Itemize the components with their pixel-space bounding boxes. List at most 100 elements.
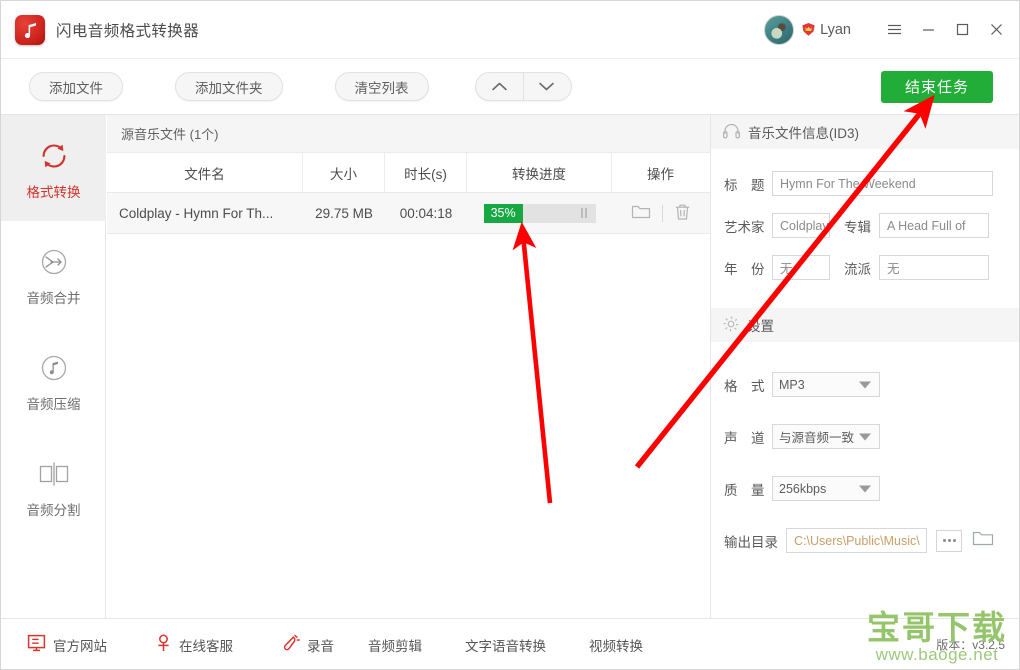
settings-section-header: 设置 [711, 308, 1019, 342]
end-task-button[interactable]: 结束任务 [880, 70, 993, 103]
cell-duration: 00:04:18 [399, 205, 453, 221]
id3-album-label: 专辑 [844, 219, 871, 235]
bottom-item-video-convert[interactable]: 视频转换 [589, 635, 643, 655]
sidebar-item-audio-merge[interactable]: 音频合并 [1, 221, 106, 327]
gear-icon [722, 315, 740, 336]
split-boxes-icon [36, 453, 72, 495]
quality-label: 质 量 [724, 482, 765, 498]
clear-list-button[interactable]: 清空列表 [334, 72, 429, 101]
pause-icon[interactable] [580, 208, 587, 218]
file-list-pane: 源音乐文件 (1个) 文件名 大小 时长(s) 转换进度 操作 Coldplay… [107, 115, 710, 618]
id3-year-row: 年 份 无 流派 无 [711, 255, 1019, 280]
id3-section-title: 音乐文件信息(ID3) [748, 126, 859, 141]
right-pane: 音乐文件信息(ID3) 标 题 Hymn For The Weekend 艺术家… [710, 115, 1019, 618]
column-header-actions: 操作 [647, 166, 674, 182]
file-list-header: 源音乐文件 (1个) [107, 115, 710, 153]
quality-row: 质 量 256kbps [711, 476, 1019, 501]
cell-filename: Coldplay - Hymn For Th... [119, 205, 274, 221]
channel-row: 声 道 与源音频一致 [711, 424, 1019, 449]
headset-person-icon [155, 634, 172, 655]
format-row: 格 式 MP3 [711, 372, 1019, 397]
table-row[interactable]: Coldplay - Hymn For Th... 29.75 MB 00:04… [107, 193, 710, 234]
id3-genre-field[interactable]: 无 [879, 255, 989, 280]
app-logo-icon [15, 14, 45, 45]
minimize-icon[interactable] [911, 13, 945, 47]
close-icon[interactable] [979, 13, 1013, 47]
username-label: Lyan [820, 21, 851, 38]
bottom-item-audio-edit[interactable]: 音频剪辑 [368, 635, 422, 655]
bottom-item-label: 录音 [307, 638, 334, 654]
avatar[interactable] [764, 14, 795, 45]
id3-title-row: 标 题 Hymn For The Weekend [711, 171, 1019, 196]
chevron-down-icon [859, 485, 871, 492]
bottom-bar: 官方网站 在线客服 录音 音频剪辑 文字语音转换 视频转换 版本：v3.2.5 [1, 618, 1019, 669]
quality-select[interactable]: 256kbps [772, 476, 880, 501]
table-header-row: 文件名 大小 时长(s) 转换进度 操作 [107, 153, 710, 193]
column-header-duration: 时长(s) [385, 153, 467, 192]
id3-album-field[interactable]: A Head Full of [879, 213, 989, 238]
folder-icon[interactable] [972, 529, 994, 552]
output-dir-label: 输出目录 [724, 534, 778, 550]
output-dir-field[interactable]: C:\Users\Public\Music\ [786, 528, 927, 553]
id3-section-header: 音乐文件信息(ID3) [711, 115, 1019, 149]
row-action-icons [612, 203, 709, 224]
id3-title-field[interactable]: Hymn For The Weekend [772, 171, 993, 196]
id3-year-field[interactable]: 无 [772, 255, 830, 280]
title-bar: 闪电音频格式转换器 Lyan [1, 1, 1019, 59]
music-note-circle-icon [37, 347, 71, 389]
progress-bar: 35% [483, 203, 596, 223]
main-toolbar: 添加文件 添加文件夹 清空列表 结束任务 [1, 59, 1019, 115]
output-dir-row: 输出目录 C:\Users\Public\Music\ [711, 528, 1019, 553]
add-file-button[interactable]: 添加文件 [29, 72, 123, 101]
settings-section-title: 设置 [747, 319, 774, 334]
cell-actions [612, 193, 709, 233]
sidebar-label: 音频合并 [26, 291, 81, 306]
format-select[interactable]: MP3 [772, 372, 880, 397]
channel-label: 声 道 [724, 430, 765, 446]
chevron-up-icon[interactable] [476, 73, 523, 100]
sidebar: 格式转换 音频合并 音频压缩 音频分割 [1, 115, 106, 618]
bottom-item-label: 视频转换 [589, 638, 643, 654]
add-folder-button[interactable]: 添加文件夹 [175, 72, 283, 101]
sidebar-item-audio-split[interactable]: 音频分割 [1, 433, 106, 539]
channel-select[interactable]: 与源音频一致 [772, 424, 880, 449]
merge-arrow-icon [37, 241, 71, 283]
maximize-icon[interactable] [945, 13, 979, 47]
sidebar-item-format-convert[interactable]: 格式转换 [1, 115, 106, 221]
progress-fill: 35% [483, 203, 523, 223]
id3-year-label: 年 份 [724, 261, 765, 277]
sidebar-label: 音频分割 [26, 503, 81, 518]
headphones-icon [722, 122, 741, 142]
bottom-item-official-website[interactable]: 官方网站 [27, 634, 107, 655]
id3-artist-field[interactable]: Coldplay [772, 213, 830, 238]
sidebar-label: 格式转换 [26, 185, 81, 200]
folder-icon[interactable] [631, 203, 651, 223]
chevron-down-icon[interactable] [523, 73, 570, 100]
app-title: 闪电音频格式转换器 [56, 22, 200, 40]
bottom-item-label: 官方网站 [53, 638, 107, 654]
id3-genre-label: 流派 [844, 261, 871, 277]
microphone-icon [281, 634, 300, 656]
column-header-size: 大小 [303, 153, 385, 192]
sidebar-item-audio-compress[interactable]: 音频压缩 [1, 327, 106, 433]
sidebar-label: 音频压缩 [26, 397, 81, 412]
move-order-group [474, 72, 572, 101]
trash-icon[interactable] [674, 203, 691, 224]
bottom-item-label: 文字语音转换 [465, 638, 546, 654]
chevron-down-icon [859, 433, 871, 440]
chevron-down-icon [859, 381, 871, 388]
app-window: 闪电音频格式转换器 Lyan 添加文件 添加文件夹 清空列表 结束任务 格式转换… [0, 0, 1020, 670]
format-value: MP3 [779, 377, 805, 392]
ellipsis-icon[interactable] [936, 529, 962, 552]
refresh-circle-icon [37, 135, 71, 177]
column-header-progress: 转换进度 [467, 153, 612, 192]
format-label: 格 式 [724, 378, 765, 394]
vip-crown-icon [801, 22, 816, 37]
action-divider [661, 204, 663, 222]
column-header-filename: 文件名 [107, 153, 303, 192]
cell-size: 29.75 MB [315, 205, 373, 221]
hamburger-menu-icon[interactable] [877, 13, 911, 47]
bottom-item-online-support[interactable]: 在线客服 [155, 634, 233, 655]
bottom-item-text-to-speech[interactable]: 文字语音转换 [465, 635, 546, 655]
bottom-item-recording[interactable]: 录音 [281, 634, 334, 656]
